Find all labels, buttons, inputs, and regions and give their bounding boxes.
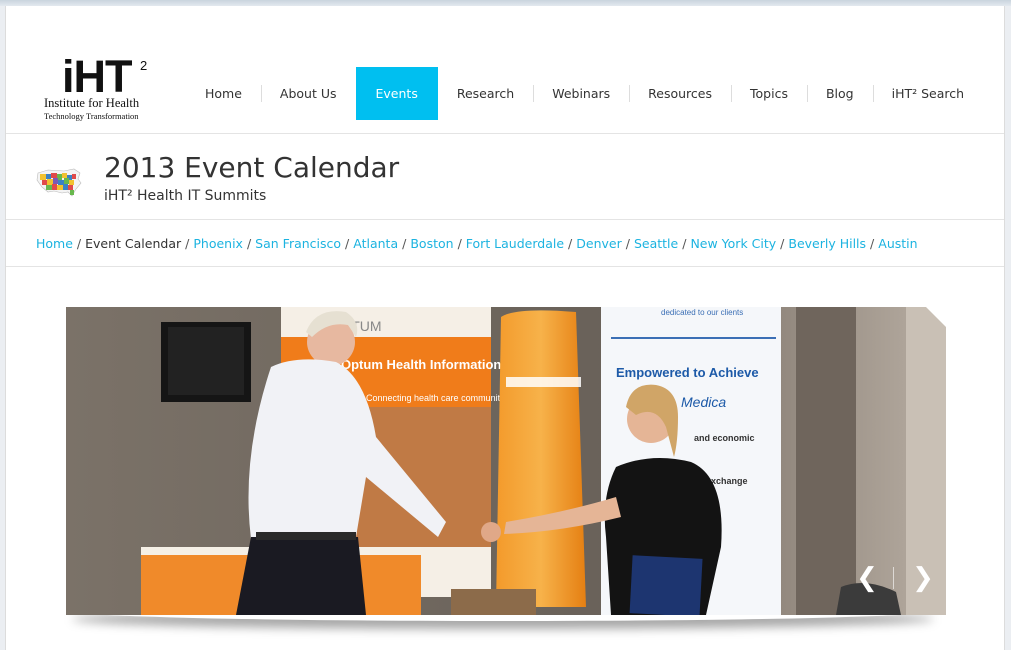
image-slider[interactable]: OPTUM Optum Health Information Ex Connec… xyxy=(66,307,946,615)
breadcrumb-separator: / xyxy=(682,236,687,251)
breadcrumb-city-austin[interactable]: Austin xyxy=(878,236,917,251)
banner-medica-top: dedicated to our clients xyxy=(661,308,743,317)
us-map-icon xyxy=(36,168,82,197)
nav-item-home[interactable]: Home xyxy=(186,67,261,120)
logo-tagline-1: Institute for Health xyxy=(44,96,140,110)
breadcrumb-city-fort-lauderdale[interactable]: Fort Lauderdale xyxy=(466,236,564,251)
breadcrumb-separator: / xyxy=(625,236,630,251)
breadcrumb-separator: / xyxy=(780,236,785,251)
slide-photo: OPTUM Optum Health Information Ex Connec… xyxy=(66,307,946,615)
breadcrumb-trail: Home / Event Calendar / Phoenix / San Francisc… xyxy=(36,236,918,251)
chevron-right-icon[interactable]: ❯ xyxy=(910,563,936,593)
site-header: iHT 2 Institute for Health Technology Tr… xyxy=(6,6,1004,134)
banner-optum-title: Optum Health Information Ex xyxy=(341,357,522,372)
breadcrumb-separator: / xyxy=(76,236,82,251)
nav-item-resources[interactable]: Resources xyxy=(629,67,731,120)
nav-item-about-us[interactable]: About Us xyxy=(260,67,356,120)
breadcrumb-city-beverly-hills[interactable]: Beverly Hills xyxy=(788,236,866,251)
banner-medica-line1: and economic xyxy=(694,433,755,443)
banner-optum-subtitle: Connecting health care communit xyxy=(366,393,501,403)
page-subtitle: iHT² Health IT Summits xyxy=(104,188,267,204)
breadcrumb-city-new-york-city[interactable]: New York City xyxy=(690,236,776,251)
breadcrumb-city-denver[interactable]: Denver xyxy=(576,236,621,251)
logo-superscript: 2 xyxy=(140,58,148,73)
breadcrumb-city-atlanta[interactable]: Atlanta xyxy=(353,236,398,251)
breadcrumb-separator: / xyxy=(345,236,350,251)
nav-item-blog[interactable]: Blog xyxy=(806,67,873,120)
breadcrumb-separator: / xyxy=(568,236,573,251)
nav-item-topics[interactable]: Topics xyxy=(731,67,807,120)
banner-medica-slogan: Empowered to Achieve xyxy=(616,365,759,380)
logo-main-text: iHT xyxy=(62,51,132,102)
chevron-left-icon[interactable]: ❮ xyxy=(854,563,880,593)
breadcrumb-separator: / xyxy=(457,236,462,251)
breadcrumb-city-seattle[interactable]: Seattle xyxy=(634,236,678,251)
banner-medica-brand: Medica xyxy=(681,394,726,410)
breadcrumb-separator: / xyxy=(402,236,407,251)
breadcrumb: Home / Event Calendar / Phoenix / San Francisc… xyxy=(6,221,1004,267)
breadcrumb-separator: / xyxy=(246,236,252,251)
nav-item-iht2-search[interactable]: iHT² Search xyxy=(872,67,983,120)
breadcrumb-current: Event Calendar xyxy=(85,236,182,251)
page-title: 2013 Event Calendar xyxy=(104,151,400,184)
breadcrumb-city-boston[interactable]: Boston xyxy=(410,236,453,251)
title-band: 2013 Event Calendar iHT² Health IT Summi… xyxy=(6,135,1004,220)
site-logo[interactable]: iHT 2 Institute for Health Technology Tr… xyxy=(44,51,164,126)
main-nav: Home About Us Events Research Webinars R… xyxy=(186,67,983,120)
breadcrumb-city-phoenix[interactable]: Phoenix xyxy=(193,236,243,251)
nav-item-webinars[interactable]: Webinars xyxy=(533,67,629,120)
breadcrumb-separator: / xyxy=(870,236,875,251)
logo-tagline-2: Technology Transformation xyxy=(44,111,139,121)
page-container: iHT 2 Institute for Health Technology Tr… xyxy=(5,6,1005,650)
nav-item-research[interactable]: Research xyxy=(438,67,533,120)
breadcrumb-home[interactable]: Home xyxy=(36,236,73,251)
breadcrumb-separator: / xyxy=(185,236,190,251)
nav-item-events[interactable]: Events xyxy=(355,67,438,120)
breadcrumb-city-san-francisco[interactable]: San Francisco xyxy=(255,236,341,251)
slider-arrow-divider xyxy=(893,567,894,589)
